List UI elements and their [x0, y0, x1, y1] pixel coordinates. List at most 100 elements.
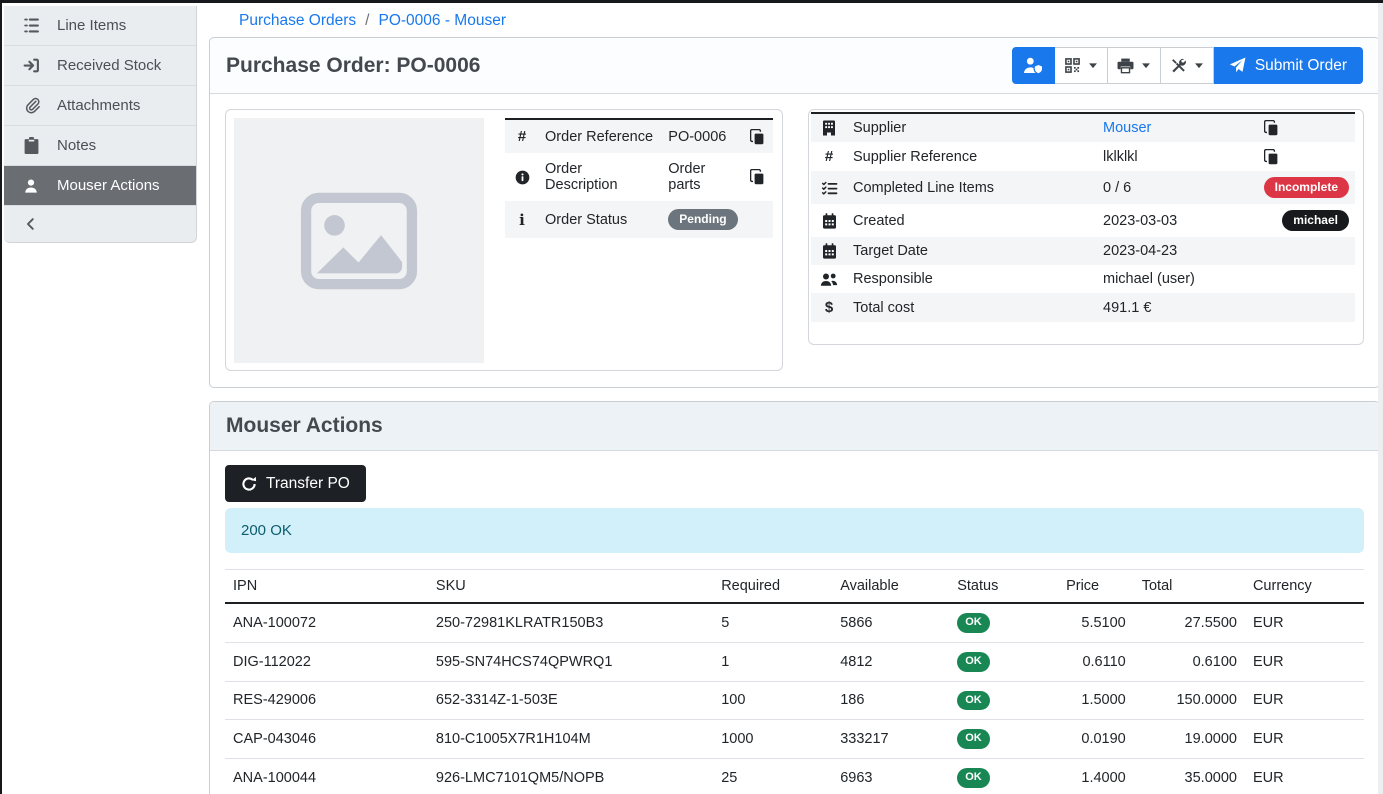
print-actions-button[interactable]	[1108, 47, 1161, 84]
order-summary-card: # Order Reference PO-0006 Order Descript…	[225, 109, 783, 371]
users-icon	[817, 272, 841, 287]
sidebar-item-mouser-actions[interactable]: Mouser Actions	[4, 166, 196, 206]
status-badge: Pending	[668, 209, 737, 230]
breadcrumb-link-purchase-orders[interactable]: Purchase Orders	[239, 12, 356, 30]
tools-icon	[1170, 57, 1187, 74]
sidebar-item-label: Attachments	[57, 97, 140, 114]
incomplete-badge: Incomplete	[1264, 177, 1349, 198]
table-row: ANA-100072 250-72981KLRATR150B3 5 5866 O…	[225, 603, 1364, 642]
breadcrumb-separator: /	[365, 12, 369, 30]
detail-label: Target Date	[847, 237, 1097, 265]
detail-row-created: Created 2023-03-03 michael	[811, 204, 1355, 237]
sidebar-item-attachments[interactable]: Attachments	[4, 86, 196, 126]
supplier-details-card: Supplier Mouser # Supplier Reference lkl…	[808, 109, 1364, 345]
supplier-link[interactable]: Mouser	[1103, 120, 1151, 136]
info-icon: i	[519, 211, 525, 229]
cell-available: 5866	[832, 603, 949, 642]
copy-icon[interactable]	[1258, 113, 1355, 142]
ok-badge: OK	[957, 729, 990, 749]
cell-price: 1.4000	[1058, 759, 1134, 794]
detail-label: Responsible	[847, 265, 1097, 293]
column-header-price: Price	[1058, 570, 1134, 604]
detail-label: Total cost	[847, 293, 1097, 322]
order-actions-button[interactable]	[1161, 47, 1214, 84]
order-details-area: # Order Reference PO-0006 Order Descript…	[210, 94, 1379, 387]
column-header-total: Total	[1134, 570, 1245, 604]
mouser-actions-body: Transfer PO 200 OK IPN SKU Required Avai…	[210, 451, 1379, 794]
sidebar-item-label: Mouser Actions	[57, 177, 160, 194]
cell-available: 6963	[832, 759, 949, 794]
building-icon	[817, 120, 841, 136]
sidebar-item-received-stock[interactable]: Received Stock	[4, 46, 196, 86]
ok-badge: OK	[957, 652, 990, 672]
caret-down-icon	[1088, 62, 1098, 69]
page-title: Purchase Order: PO-0006	[226, 54, 480, 78]
cell-sku: 652-3314Z-1-503E	[428, 681, 713, 720]
mouser-actions-header: Mouser Actions	[210, 402, 1379, 451]
sidebar-item-notes[interactable]: Notes	[4, 126, 196, 166]
paperclip-icon	[21, 97, 41, 114]
submit-order-button[interactable]: Submit Order	[1214, 47, 1363, 84]
column-header-required: Required	[713, 570, 832, 604]
cell-ipn: ANA-100072	[225, 603, 428, 642]
transfer-po-button[interactable]: Transfer PO	[225, 465, 366, 502]
cell-available: 186	[832, 681, 949, 720]
breadcrumb-link-current-order[interactable]: PO-0006 - Mouser	[378, 12, 506, 30]
cell-required: 5	[713, 603, 832, 642]
cell-sku: 810-C1005X7R1H104M	[428, 720, 713, 759]
sidebar-item-label: Notes	[57, 137, 96, 154]
ok-badge: OK	[957, 691, 990, 711]
cell-required: 100	[713, 681, 832, 720]
cell-total: 0.6100	[1134, 642, 1245, 681]
printer-icon	[1117, 58, 1134, 74]
detail-row-target-date: Target Date 2023-04-23	[811, 237, 1355, 265]
status-alert: 200 OK	[225, 508, 1364, 553]
barcode-actions-button[interactable]	[1055, 47, 1108, 84]
cell-available: 333217	[832, 720, 949, 759]
order-details-table: # Order Reference PO-0006 Order Descript…	[505, 118, 773, 238]
cell-sku: 926-LMC7101QM5/NOPB	[428, 759, 713, 794]
breadcrumb: Purchase Orders / PO-0006 - Mouser	[209, 6, 1380, 37]
refresh-icon	[241, 476, 257, 492]
chevron-left-icon	[21, 217, 41, 231]
cell-total: 27.5500	[1134, 603, 1245, 642]
cell-price: 0.6110	[1058, 642, 1134, 681]
paper-plane-icon	[1229, 57, 1246, 74]
cell-available: 4812	[832, 642, 949, 681]
cell-currency: EUR	[1245, 720, 1364, 759]
ok-badge: OK	[957, 768, 990, 788]
user-badge: michael	[1282, 210, 1349, 231]
detail-row-responsible: Responsible michael (user)	[811, 265, 1355, 293]
clipboard-icon	[21, 137, 41, 154]
order-image-placeholder[interactable]	[234, 118, 484, 363]
sidebar-item-line-items[interactable]: Line Items	[4, 6, 196, 46]
detail-label: Completed Line Items	[847, 171, 1097, 204]
admin-user-button[interactable]	[1012, 47, 1055, 84]
column-header-status: Status	[949, 570, 1058, 604]
cell-total: 35.0000	[1134, 759, 1245, 794]
copy-icon[interactable]	[1258, 142, 1355, 171]
sign-in-icon	[21, 57, 41, 74]
user-icon	[21, 178, 41, 194]
detail-label: Supplier	[847, 113, 1097, 142]
detail-row-supplier: Supplier Mouser	[811, 113, 1355, 142]
detail-row-order-description: Order Description Order parts	[505, 153, 773, 201]
page-scrollbar[interactable]	[1378, 3, 1383, 794]
mouser-actions-panel: Mouser Actions Transfer PO 200 OK IPN SK	[209, 401, 1380, 794]
detail-value: 0 / 6	[1097, 171, 1258, 204]
cell-ipn: DIG-112022	[225, 642, 428, 681]
cell-required: 25	[713, 759, 832, 794]
copy-icon[interactable]	[744, 119, 773, 153]
calendar-icon	[817, 243, 841, 259]
copy-icon[interactable]	[744, 153, 773, 201]
user-shield-icon	[1023, 57, 1043, 74]
table-row: DIG-112022 595-SN74HCS74QPWRQ1 1 4812 OK…	[225, 642, 1364, 681]
table-row: CAP-043046 810-C1005X7R1H104M 1000 33321…	[225, 720, 1364, 759]
detail-value: 2023-04-23	[1097, 237, 1258, 265]
cell-price: 5.5100	[1058, 603, 1134, 642]
column-header-ipn: IPN	[225, 570, 428, 604]
dollar-icon: $	[825, 299, 833, 316]
sidebar-item-label: Received Stock	[57, 57, 161, 74]
sidebar: Line Items Received Stock Attachments No…	[4, 6, 197, 243]
sidebar-collapse-button[interactable]	[4, 206, 196, 242]
